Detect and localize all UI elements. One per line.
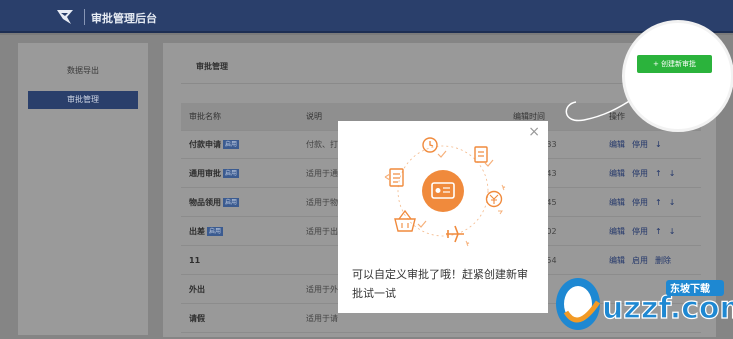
row-actions: 编辑 停用 ↑ ↓ bbox=[609, 189, 701, 217]
approval-name-text: 外出 bbox=[189, 285, 205, 294]
approval-name: 通用审批 启用 bbox=[189, 160, 299, 188]
edit-link[interactable]: 编辑 bbox=[609, 140, 625, 149]
approval-name-text: 付款申请 bbox=[189, 140, 221, 149]
edit-link[interactable]: 编辑 bbox=[609, 198, 625, 207]
onboarding-modal: × 可以自定义审批了哦！赶紧创建新审批试一试 bbox=[338, 121, 548, 313]
move-up-icon[interactable]: ↑ bbox=[655, 169, 662, 178]
disable-link[interactable]: 停用 bbox=[632, 169, 648, 178]
approval-name: 请假 bbox=[189, 305, 299, 333]
move-down-icon[interactable]: ↓ bbox=[669, 227, 676, 236]
row-actions: 编辑 停用 ↓ bbox=[609, 131, 701, 159]
sidebar-item-data-export[interactable]: 数据导出 bbox=[28, 62, 138, 80]
modal-message: 可以自定义审批了哦！赶紧创建新审批试一试 bbox=[352, 268, 528, 300]
top-header: 审批管理后台 bbox=[0, 0, 733, 33]
svg-text:东坡下载: 东坡下载 bbox=[670, 282, 710, 295]
approval-name: 物品领用 启用 bbox=[189, 189, 299, 217]
svg-text:uzzf.com: uzzf.com bbox=[602, 291, 733, 326]
approval-name-text: 出差 bbox=[189, 227, 205, 236]
approval-illustration-icon bbox=[384, 137, 506, 247]
edit-link[interactable]: 编辑 bbox=[609, 227, 625, 236]
disable-link[interactable]: 停用 bbox=[632, 227, 648, 236]
status-badge: 启用 bbox=[207, 227, 224, 236]
app-logo-icon bbox=[57, 10, 73, 24]
callout-magnifier bbox=[622, 20, 733, 132]
approval-name-text: 请假 bbox=[189, 314, 205, 323]
edit-link[interactable]: 编辑 bbox=[609, 169, 625, 178]
approval-name: 外出 bbox=[189, 276, 299, 304]
approval-name-text: 11 bbox=[189, 256, 201, 265]
approval-name: 11 bbox=[189, 247, 299, 275]
approval-name-text: 物品领用 bbox=[189, 198, 221, 207]
approval-name: 出差 启用 bbox=[189, 218, 299, 246]
status-badge: 启用 bbox=[223, 169, 240, 178]
app-title: 审批管理后台 bbox=[91, 12, 157, 25]
sidebar: 数据导出 审批管理 bbox=[18, 43, 148, 335]
row-actions: 编辑 停用 ↑ ↓ bbox=[609, 160, 701, 188]
move-up-icon[interactable]: ↑ bbox=[655, 198, 662, 207]
approval-name-text: 通用审批 bbox=[189, 169, 221, 178]
status-badge: 启用 bbox=[223, 198, 240, 207]
page-title: 审批管理 bbox=[196, 62, 228, 71]
sidebar-item-approval-management[interactable]: 审批管理 bbox=[28, 91, 138, 109]
move-down-icon[interactable]: ↓ bbox=[669, 169, 676, 178]
approval-name: 付款申请 启用 bbox=[189, 131, 299, 159]
status-badge: 启用 bbox=[223, 140, 240, 149]
row-actions: 编辑 停用 ↑ ↓ bbox=[609, 218, 701, 246]
move-down-icon[interactable]: ↓ bbox=[655, 140, 662, 149]
header-separator bbox=[84, 9, 85, 25]
column-header-name: 审批名称 bbox=[189, 112, 221, 121]
create-approval-button[interactable]: + 创建新审批 bbox=[637, 55, 712, 73]
uzzf-watermark-logo: uzzf.com 东坡下载 bbox=[556, 278, 733, 330]
move-up-icon[interactable]: ↑ bbox=[655, 227, 662, 236]
disable-link[interactable]: 停用 bbox=[632, 198, 648, 207]
disable-link[interactable]: 停用 bbox=[632, 140, 648, 149]
move-down-icon[interactable]: ↓ bbox=[669, 198, 676, 207]
